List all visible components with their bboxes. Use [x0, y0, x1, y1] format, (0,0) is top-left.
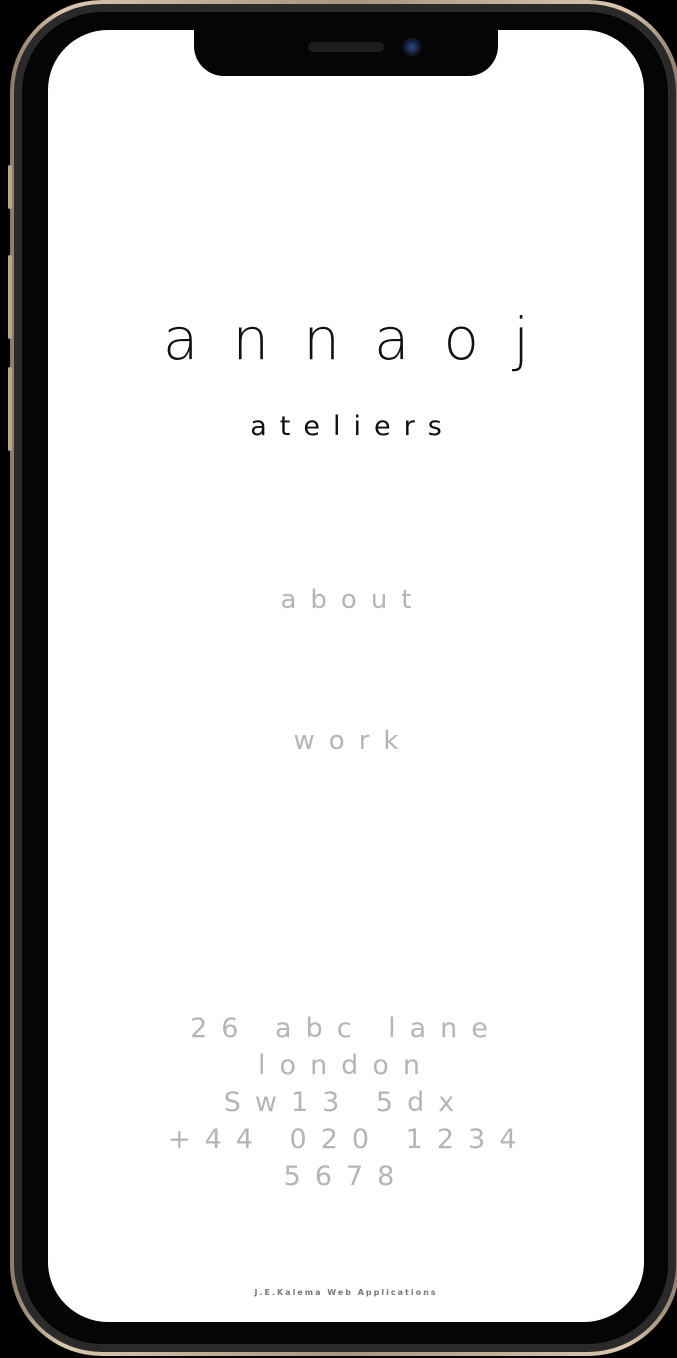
address-block: 26 abc lane london Sw13 5dx +44 020 1234…	[168, 1010, 524, 1195]
address-phone-cont: 5678	[283, 1161, 409, 1192]
brand-subtitle: ateliers	[250, 411, 455, 442]
address-city: london	[258, 1050, 434, 1081]
nav-link-about[interactable]: about	[48, 585, 644, 615]
address-postcode: Sw13 5dx	[223, 1087, 469, 1118]
home-page: annaoj ateliers about work 26 abc lane l…	[48, 30, 644, 1322]
footer-credit: J.E.Kalema Web Applications	[254, 1288, 438, 1297]
address-street: 26 abc lane	[190, 1013, 502, 1044]
address-phone: +44 020 1234	[168, 1124, 531, 1155]
mute-switch	[8, 165, 12, 209]
volume-down-button	[8, 367, 12, 451]
volume-up-button	[8, 255, 12, 339]
brand-title: annaoj	[162, 305, 564, 373]
nav-link-work[interactable]: work	[48, 726, 644, 756]
